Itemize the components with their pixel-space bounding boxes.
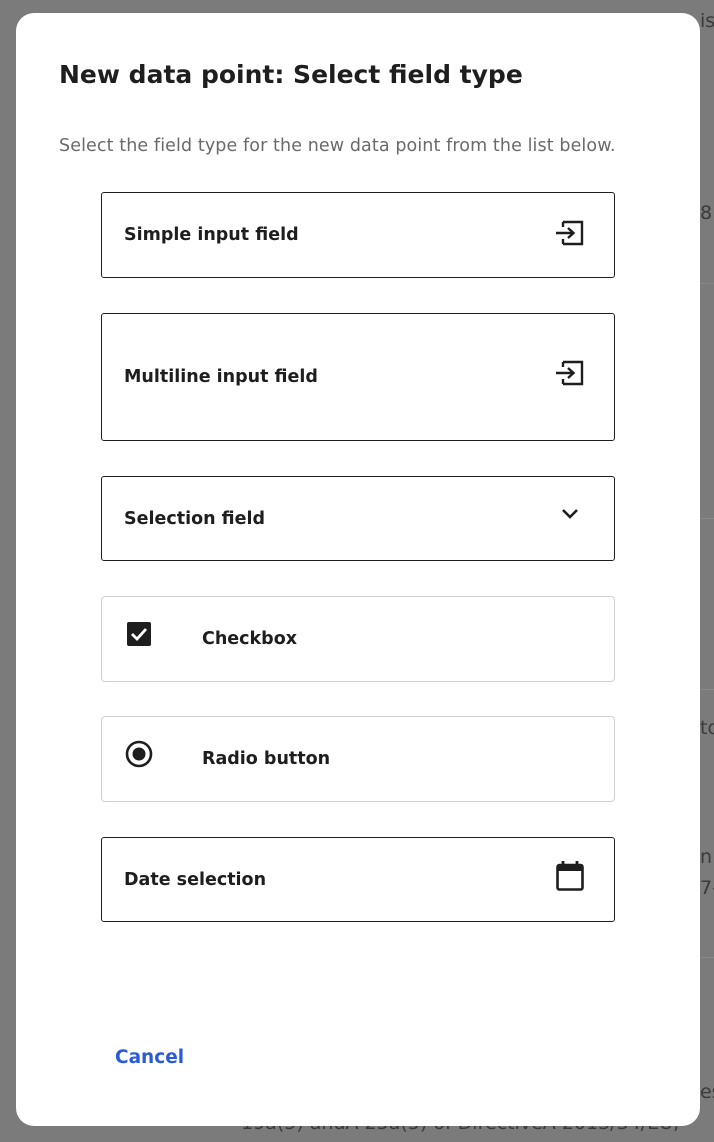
option-simple-input-field[interactable]: Simple input field <box>101 192 615 278</box>
calendar-icon <box>556 861 584 891</box>
input-icon <box>556 360 584 386</box>
option-selection-field[interactable]: Selection field <box>101 476 615 561</box>
background-text: 7- <box>700 877 714 899</box>
chevron-down-icon <box>562 509 578 519</box>
background-text: es <box>700 1081 714 1103</box>
option-label: Date selection <box>124 869 267 890</box>
background-text: n <box>700 846 713 868</box>
input-icon <box>556 220 584 246</box>
dialog-description: Select the field type for the new data p… <box>59 136 616 156</box>
option-label: Multiline input field <box>124 367 318 387</box>
option-label: Simple input field <box>124 225 299 245</box>
option-label: Radio button <box>202 749 331 769</box>
background-text: is <box>700 10 714 32</box>
select-field-type-dialog: New data point: Select field type Select… <box>16 13 700 1126</box>
option-radio-button[interactable]: Radio button <box>101 716 615 802</box>
option-multiline-input-field[interactable]: Multiline input field <box>101 313 615 441</box>
option-label: Selection field <box>124 508 266 529</box>
option-checkbox[interactable]: Checkbox <box>101 596 615 682</box>
dialog-title: New data point: Select field type <box>59 60 523 89</box>
radio-selected-icon <box>125 740 153 768</box>
background-text: to <box>700 717 714 739</box>
option-label: Checkbox <box>202 629 298 649</box>
cancel-button[interactable]: Cancel <box>115 1047 184 1068</box>
option-date-selection[interactable]: Date selection <box>101 837 615 922</box>
checkbox-checked-icon <box>127 622 151 646</box>
background-text: 8 <box>700 202 713 224</box>
